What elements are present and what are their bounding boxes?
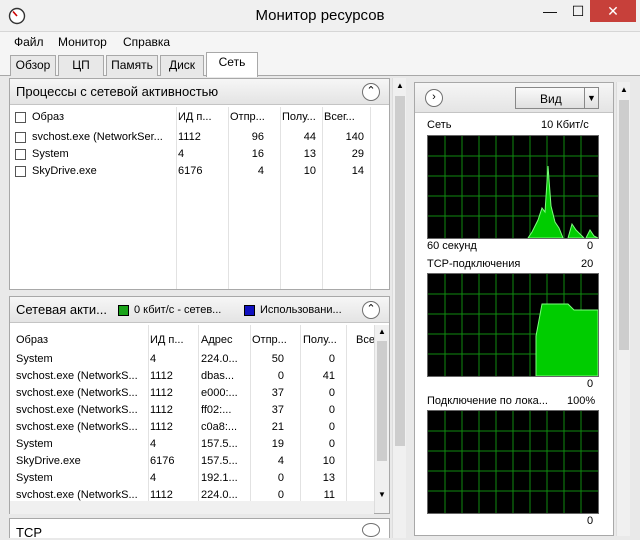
scroll-down-arrow-icon[interactable]: ▼ xyxy=(378,490,386,499)
graphs-pane: › Вид ▼ Сеть 10 Кбит/с 60 секунд 0 TCP-п… xyxy=(414,82,614,536)
column-header-total[interactable]: Всег xyxy=(356,334,374,346)
graphs-scrollbar[interactable]: ▲ xyxy=(616,82,630,536)
lan-graph-zero: 0 xyxy=(587,515,594,527)
processes-title: Процессы с сетевой активностью xyxy=(16,84,219,99)
network-graph xyxy=(427,135,599,239)
column-header-sent[interactable]: Отпр... xyxy=(252,334,298,346)
main-scroll-thumb[interactable] xyxy=(395,96,405,446)
row-checkbox[interactable] xyxy=(15,166,26,177)
tab-network[interactable]: Сеть xyxy=(206,52,258,77)
maximize-button[interactable]: ☐ xyxy=(563,0,593,22)
menu-bar: Файл Монитор Справка xyxy=(0,32,640,52)
network-activity-title: Сетевая акти... xyxy=(16,302,107,317)
collapse-icon[interactable] xyxy=(362,523,380,537)
column-header-address[interactable]: Адрес xyxy=(201,334,247,346)
expand-right-icon[interactable]: › xyxy=(425,89,443,107)
collapse-icon[interactable]: ⌃ xyxy=(362,83,380,101)
lan-graph-plot xyxy=(428,411,598,513)
lan-graph-title: Подключение по лока... xyxy=(427,395,548,407)
minimize-button[interactable]: — xyxy=(535,0,565,22)
graphs-scroll-thumb[interactable] xyxy=(619,100,629,350)
tab-memory[interactable]: Память xyxy=(106,55,158,76)
lan-graph xyxy=(427,410,599,514)
view-dropdown-icon[interactable]: ▼ xyxy=(584,88,598,108)
network-graph-plot xyxy=(428,136,599,239)
tcp-graph xyxy=(427,273,599,377)
row-checkbox[interactable] xyxy=(15,132,26,143)
title-bar: Монитор ресурсов — ☐ ✕ xyxy=(0,0,640,32)
processes-header[interactable]: Процессы с сетевой активностью ⌃ xyxy=(10,79,389,105)
tcp-connections-area xyxy=(535,303,599,377)
row-checkbox[interactable] xyxy=(15,149,26,160)
tab-overview[interactable]: Обзор xyxy=(10,55,56,76)
close-button[interactable]: ✕ xyxy=(590,0,636,22)
tcp-graph-title: TCP-подключения xyxy=(427,258,521,270)
column-header-total[interactable]: Всег... xyxy=(324,111,368,123)
usage-indicator-square xyxy=(244,305,255,316)
menu-file[interactable]: Файл xyxy=(14,35,44,49)
menu-monitor[interactable]: Монитор xyxy=(58,35,107,49)
menu-help[interactable]: Справка xyxy=(123,35,170,49)
network-graph-scale: 10 Кбит/с xyxy=(541,119,589,131)
graphs-scroll-up-arrow-icon[interactable]: ▲ xyxy=(620,85,628,94)
horizontal-scrollbar[interactable] xyxy=(10,501,374,514)
view-button[interactable]: Вид ▼ xyxy=(515,87,599,109)
column-header-sent[interactable]: Отпр... xyxy=(230,111,278,123)
tab-bar: Обзор ЦП Память Диск Сеть xyxy=(0,52,640,77)
column-header-pid[interactable]: ИД п... xyxy=(150,334,196,346)
column-header-image[interactable]: Образ xyxy=(32,111,172,123)
network-activity-header[interactable]: Сетевая акти... 0 кбит/с - сетев... Испо… xyxy=(10,297,389,323)
network-graph-time: 60 секунд xyxy=(427,240,477,252)
scroll-thumb[interactable] xyxy=(377,341,387,461)
network-graph-zero: 0 xyxy=(587,240,594,252)
tcp-panel[interactable]: TCP xyxy=(9,518,390,540)
network-indicator-square xyxy=(118,305,129,316)
tcp-graph-zero: 0 xyxy=(587,378,594,390)
column-header-pid[interactable]: ИД п... xyxy=(178,111,226,123)
view-button-label: Вид xyxy=(540,92,562,106)
collapse-icon[interactable]: ⌃ xyxy=(362,301,380,319)
tab-disk[interactable]: Диск xyxy=(160,55,204,76)
select-all-checkbox[interactable] xyxy=(15,112,26,123)
tab-cpu[interactable]: ЦП xyxy=(58,55,104,76)
network-graph-title: Сеть xyxy=(427,119,452,131)
usage-indicator-label: Использовани... xyxy=(260,304,342,316)
scrollbar[interactable]: ▲ ▼ xyxy=(374,325,389,513)
lan-graph-scale: 100% xyxy=(567,395,596,407)
network-indicator-label: 0 кбит/с - сетев... xyxy=(134,304,222,316)
main-scrollbar[interactable]: ▲ xyxy=(392,78,406,538)
main-scroll-up-arrow-icon[interactable]: ▲ xyxy=(396,81,404,90)
network-activity-panel: Сетевая акти... 0 кбит/с - сетев... Испо… xyxy=(9,296,390,514)
column-header-received[interactable]: Полу... xyxy=(282,111,320,123)
scroll-up-arrow-icon[interactable]: ▲ xyxy=(378,327,386,336)
column-header-image[interactable]: Образ xyxy=(16,334,146,346)
tcp-graph-scale: 20 xyxy=(581,258,594,270)
network-usage-area xyxy=(527,165,564,239)
processes-panel: Процессы с сетевой активностью ⌃ Образ И… xyxy=(9,78,390,290)
column-header-received[interactable]: Полу... xyxy=(303,334,345,346)
tcp-graph-plot xyxy=(428,274,599,377)
